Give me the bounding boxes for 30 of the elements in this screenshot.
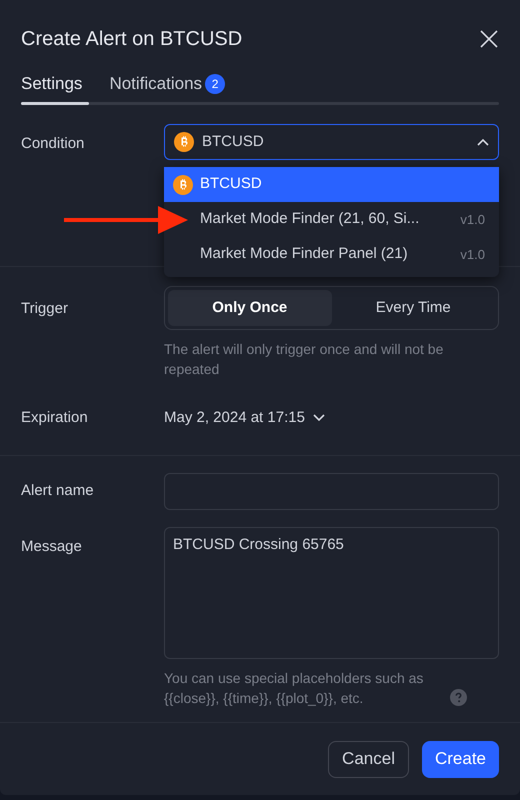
segment-option[interactable]: Only Once [168,290,332,326]
alert-name-field[interactable] [164,472,499,510]
expiration-dropdown[interactable]: May 2, 2024 at 17:15 [164,407,325,430]
hint-text: The alert will only trigger once and will not be repeated [164,340,444,379]
chevron-icon [477,138,489,146]
tab[interactable]: Settings [21,71,82,97]
create-button[interactable]: Create [422,740,499,778]
field-label: Alert name [21,480,95,501]
help-icon[interactable] [450,688,467,706]
count-badge: 2 [205,74,226,94]
field-label: Condition [21,134,86,154]
field-label: Trigger [21,299,69,319]
bitcoin-icon [173,174,193,194]
dialog-title: Create Alert on BTCUSD [21,27,242,52]
condition-select[interactable]: BTCUSD [164,124,499,160]
dropdown-option[interactable]: Market Mode Finder Panel (21) v1.0 [200,237,499,272]
dropdown-option[interactable]: BTCUSD [164,167,499,202]
field-label: Expiration [21,408,89,428]
tab[interactable]: Notifications [109,71,202,97]
hint-text: You can use special placeholders such as {{close}}, {{time}}, {{plot_0}}, etc. [164,668,424,708]
message-field[interactable]: BTCUSD Crossing 65765 [164,526,499,658]
close-icon[interactable] [479,29,499,49]
dropdown-option[interactable]: Market Mode Finder (21, 60, Si... v1.0 [200,202,499,237]
bitcoin-icon [174,132,194,152]
version-label: v1.0 [460,210,486,229]
field-label: Message [21,536,83,556]
cancel-button[interactable]: Cancel [328,740,409,778]
chevron-icon [312,414,325,422]
version-label: v1.0 [460,246,486,264]
segment-option[interactable]: Every Time [332,290,495,326]
